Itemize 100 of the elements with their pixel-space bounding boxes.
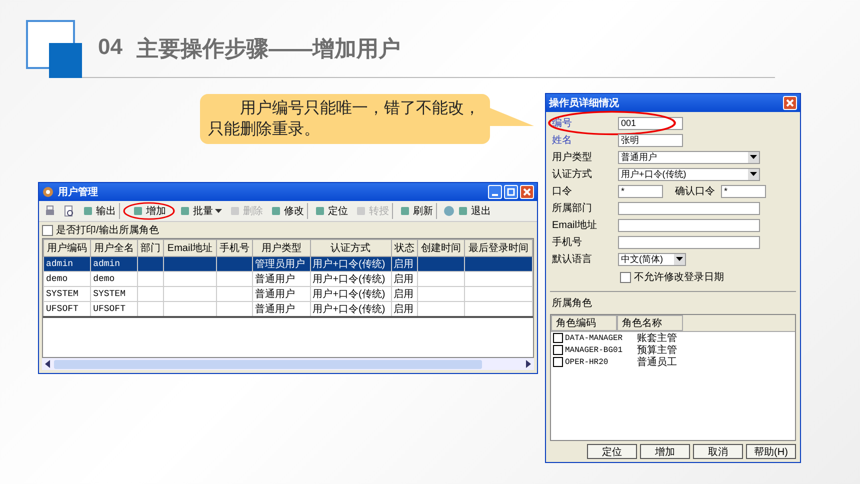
column-header[interactable]: 用户全名 xyxy=(90,240,138,256)
column-header[interactable]: Email地址 xyxy=(164,240,216,256)
password-field[interactable]: * xyxy=(618,184,663,198)
column-header[interactable]: 角色编码 xyxy=(551,315,617,331)
table-cell: 启用 xyxy=(394,289,414,300)
field-label: 确认口令 xyxy=(675,185,715,198)
table-cell: 普通用户 xyxy=(255,289,296,300)
printer-icon xyxy=(44,205,56,217)
toolbar-button[interactable]: 增加 xyxy=(123,202,175,220)
right-arrow-icon[interactable] xyxy=(524,360,532,368)
dropdown-field[interactable]: 用户+口令(传统) xyxy=(618,168,760,180)
option-label: 是否打印/输出所属角色 xyxy=(56,224,159,237)
field-label: 默认语言 xyxy=(552,252,593,266)
table-cell: 启用 xyxy=(394,259,414,270)
role-name: 普通员工 xyxy=(637,356,677,369)
table-cell: 用户+口令(传统) xyxy=(312,274,386,285)
option-label: 不允许修改登录日期 xyxy=(634,270,724,284)
checkbox[interactable] xyxy=(553,345,563,355)
close-button[interactable] xyxy=(520,185,534,199)
table-cell: admin xyxy=(93,259,120,269)
checkbox-option[interactable]: 不允许修改登录日期 xyxy=(552,269,794,285)
field-label: 认证方式 xyxy=(552,168,593,181)
role-name: 账套主管 xyxy=(637,332,677,344)
toolbar-button[interactable]: 定位 xyxy=(311,203,351,219)
tool-icon xyxy=(399,205,411,217)
caret-icon xyxy=(676,257,683,261)
field-label: 姓名 xyxy=(552,134,573,147)
table-cell: 普通用户 xyxy=(255,304,296,315)
scrollbar-thumb[interactable] xyxy=(54,360,482,368)
role-code: MANAGER-BG01 xyxy=(565,346,624,354)
table-row[interactable]: UFSOFT UFSOFT 普通用户 用户+口令(传统) 启用 xyxy=(44,302,532,317)
table-cell: 普通用户 xyxy=(255,274,296,285)
dropdown-field[interactable]: 普通用户 xyxy=(618,150,760,164)
table-cell: admin xyxy=(46,259,74,269)
table-row[interactable]: demo demo 普通用户 用户+口令(传统) 启用 xyxy=(44,272,532,286)
square-logo-icon xyxy=(26,20,82,78)
table-row[interactable]: admin admin 管理员用户 用户+口令(传统) 启用 xyxy=(44,256,532,272)
minimize-button[interactable] xyxy=(488,185,502,199)
column-header[interactable]: 手机号 xyxy=(216,240,253,256)
dialog-button[interactable]: 增加 xyxy=(640,444,690,459)
dropdown-field[interactable]: 中文(简体) xyxy=(618,252,686,266)
dialog-button[interactable]: 帮助(H) xyxy=(746,444,796,459)
close-icon xyxy=(523,188,531,196)
toolbar-button[interactable]: 输出 xyxy=(79,203,120,219)
input-field[interactable] xyxy=(618,202,760,214)
field-label: 手机号 xyxy=(552,236,583,249)
field-label: 所属部门 xyxy=(552,202,593,215)
toolbar-button[interactable]: 退出 xyxy=(440,203,494,219)
role-code: DATA-MANAGER xyxy=(565,334,624,342)
column-header[interactable]: 角色名称 xyxy=(617,315,683,331)
horizontal-scrollbar[interactable] xyxy=(42,358,534,370)
role-code: OPER-HR20 xyxy=(565,358,610,366)
toolbar-button[interactable]: 修改 xyxy=(267,203,308,219)
window-title: 用户管理 xyxy=(58,185,98,199)
table-cell: demo xyxy=(46,274,68,284)
tool-icon xyxy=(457,205,469,217)
field-label: 口令 xyxy=(552,185,573,198)
input-field[interactable]: 001 xyxy=(618,116,683,130)
field-label: 用户类型 xyxy=(552,150,593,164)
left-arrow-icon[interactable] xyxy=(44,360,52,368)
table-cell: demo xyxy=(93,274,115,284)
table-cell: SYSTEM xyxy=(46,289,78,299)
caret-icon xyxy=(215,208,222,214)
column-header[interactable]: 部门 xyxy=(138,240,164,256)
input-field[interactable]: 张明 xyxy=(618,134,683,146)
toolbar-button[interactable]: 刷新 xyxy=(396,203,437,219)
password-field[interactable]: * xyxy=(721,184,766,198)
section-label: 所属角色 xyxy=(551,296,593,311)
column-header[interactable]: 认证方式 xyxy=(310,240,392,256)
tool-icon xyxy=(229,205,241,217)
column-header[interactable]: 用户类型 xyxy=(252,240,310,256)
checkbox[interactable] xyxy=(553,357,563,367)
column-header[interactable]: 创建时间 xyxy=(417,240,464,256)
checkbox-option[interactable]: 是否打印/输出所属角色 xyxy=(39,222,537,238)
table-cell: 用户+口令(传统) xyxy=(312,259,386,270)
role-name: 预算主管 xyxy=(637,344,677,356)
table-cell: UFSOFT xyxy=(93,304,126,314)
checkbox[interactable] xyxy=(553,333,563,343)
dialog-title: 操作员详细情况 xyxy=(549,96,619,110)
table-cell: SYSTEM xyxy=(93,289,126,299)
table-row[interactable]: SYSTEM SYSTEM 普通用户 用户+口令(传统) 启用 xyxy=(44,286,532,302)
checkbox[interactable] xyxy=(42,224,53,236)
table-cell: 启用 xyxy=(394,304,414,315)
checkbox[interactable] xyxy=(620,272,631,282)
column-header[interactable]: 状态 xyxy=(391,240,418,256)
table-cell: UFSOFT xyxy=(46,304,78,314)
dialog-button[interactable]: 取消 xyxy=(693,444,743,459)
table-cell: 用户+口令(传统) xyxy=(312,289,386,300)
column-header[interactable]: 用户编码 xyxy=(44,240,91,256)
input-field[interactable] xyxy=(618,236,760,248)
column-header[interactable]: 最后登录时间 xyxy=(464,240,532,256)
app-icon xyxy=(42,186,54,198)
maximize-button[interactable] xyxy=(504,185,518,199)
close-button[interactable] xyxy=(783,96,797,110)
input-field[interactable] xyxy=(618,218,760,232)
caret-icon xyxy=(750,172,757,176)
dialog-button[interactable]: 定位 xyxy=(587,444,637,459)
field-label: 编号 xyxy=(552,117,573,130)
toolbar-button[interactable]: 批量 xyxy=(176,203,225,219)
tool-icon xyxy=(132,205,144,217)
